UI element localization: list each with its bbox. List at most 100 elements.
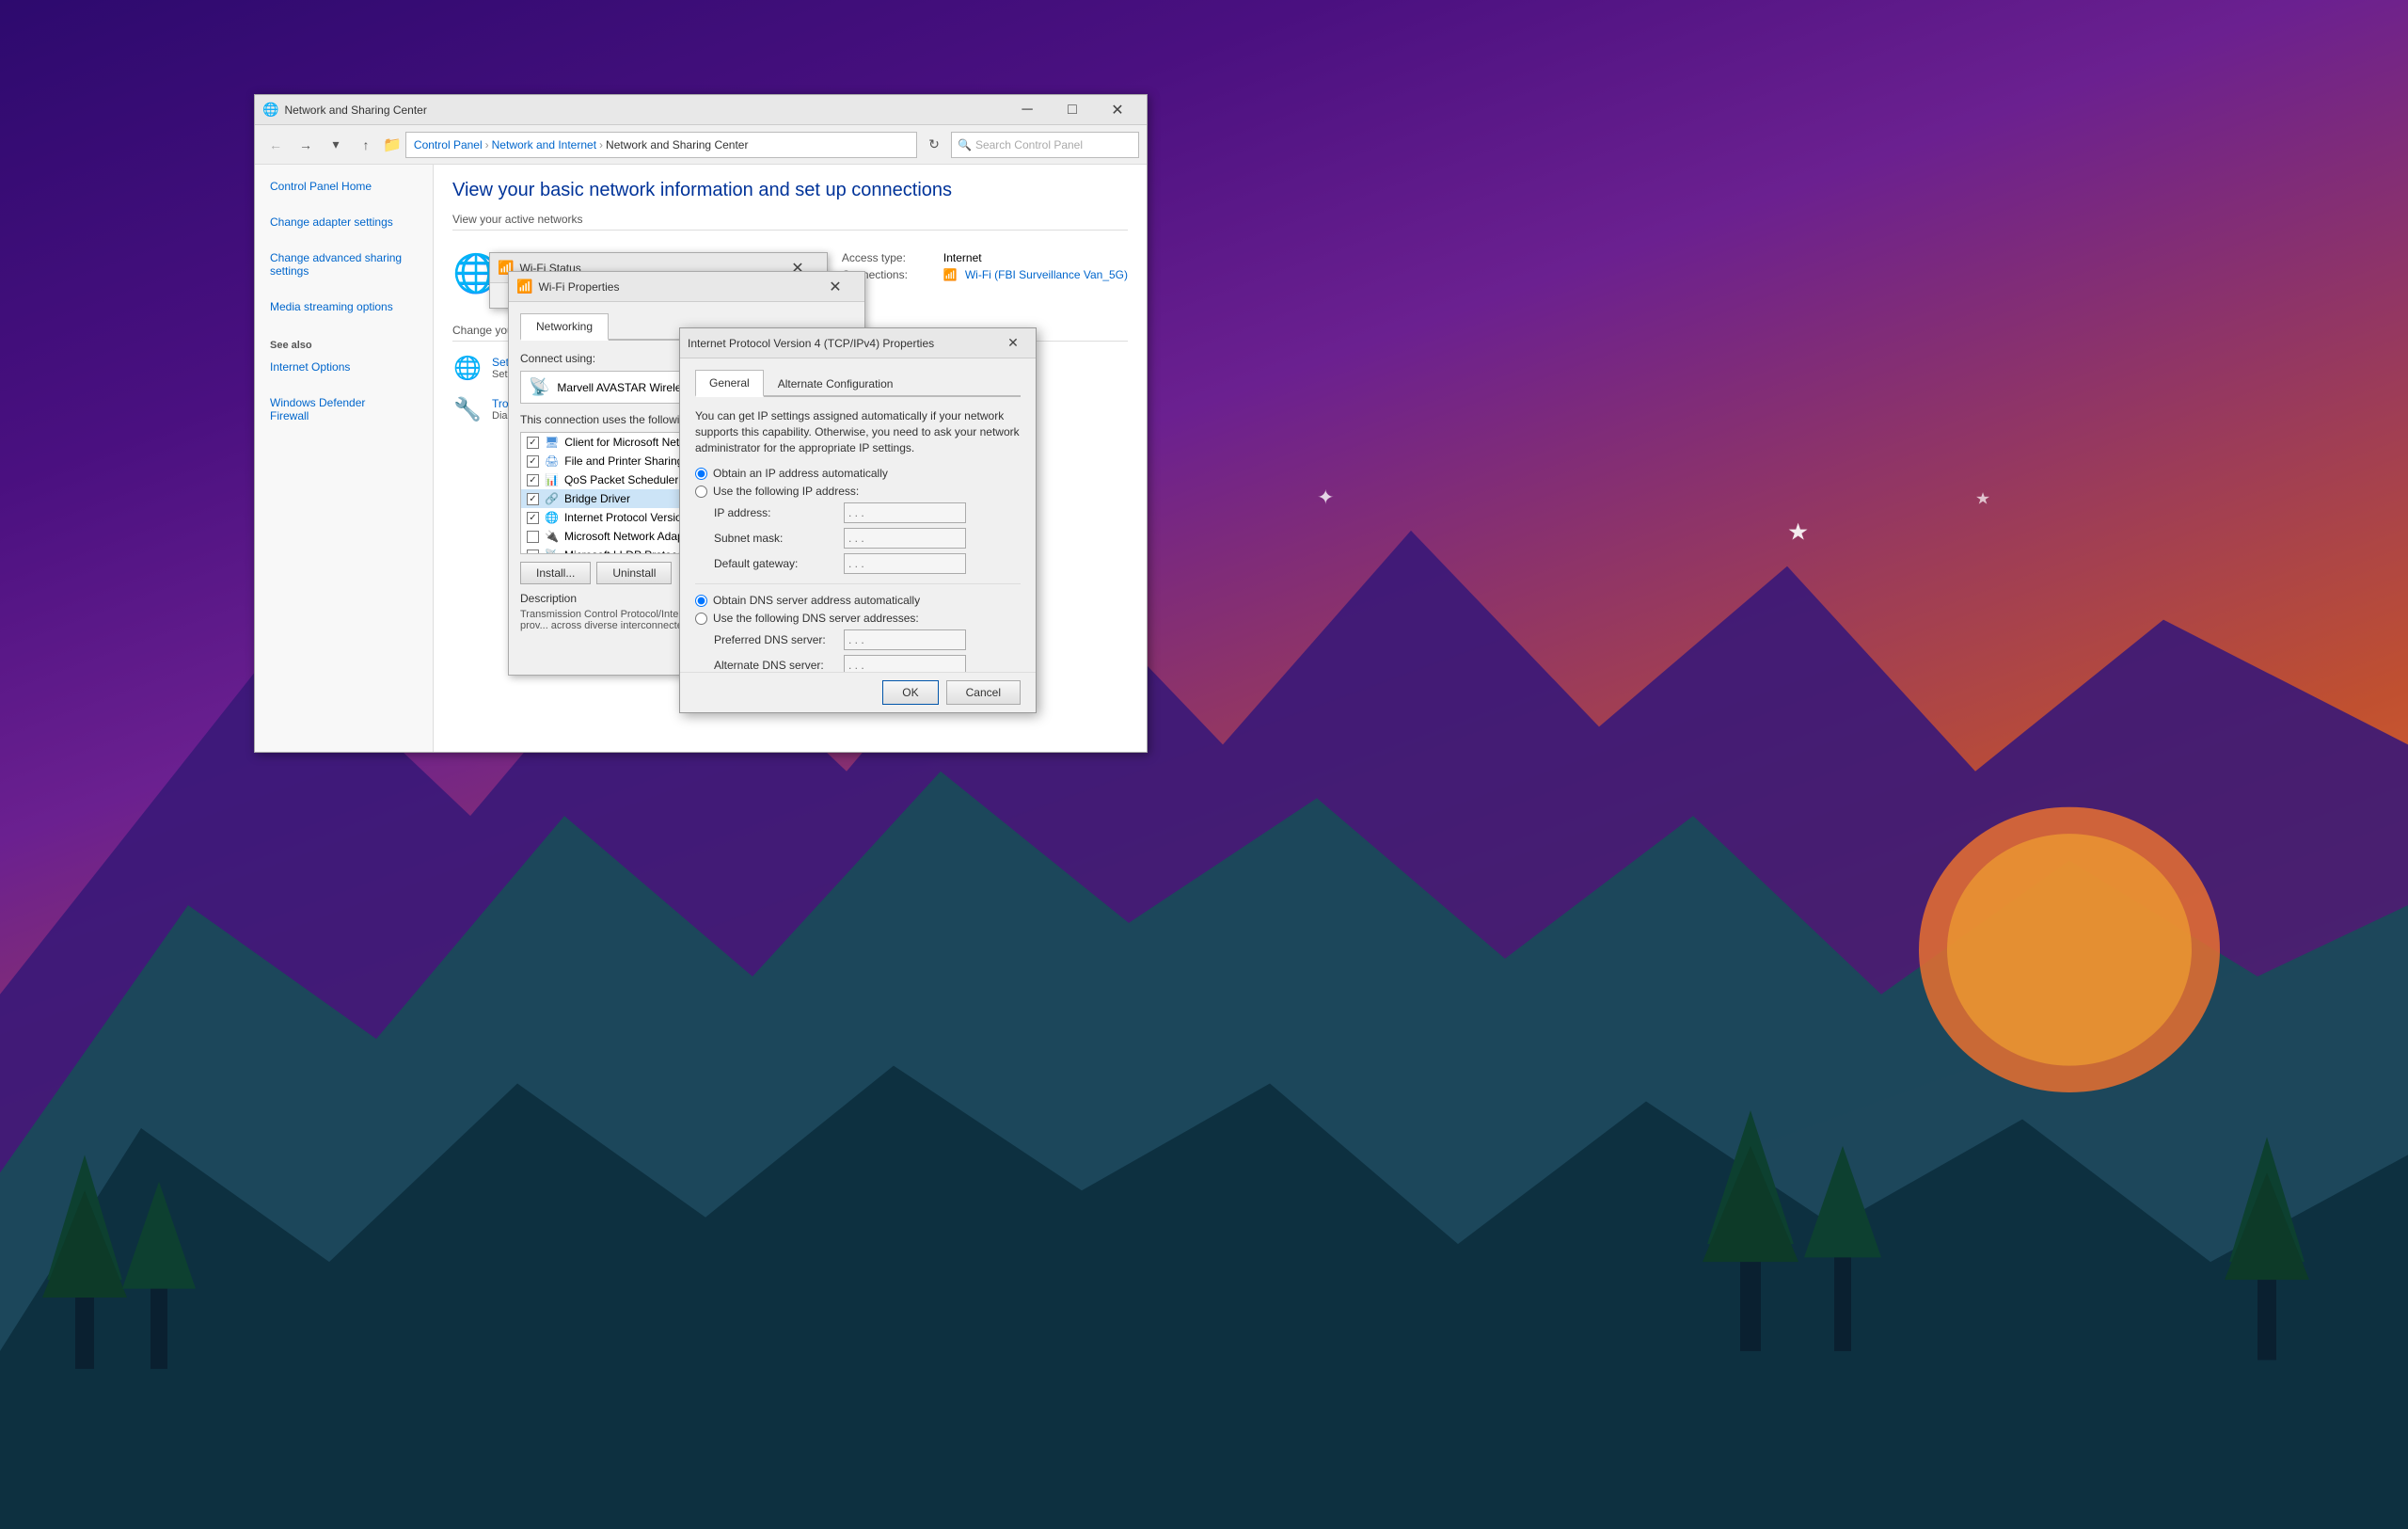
subnet-mask-label: Subnet mask: — [714, 532, 836, 545]
tcpip-titlebar: Internet Protocol Version 4 (TCP/IPv4) P… — [680, 328, 1036, 358]
recent-locations-button[interactable]: ▾ — [323, 132, 349, 158]
path-part2: Network and Internet — [492, 138, 596, 151]
wifi-props-close-button[interactable]: ✕ — [814, 272, 857, 302]
preferred-dns-row: Preferred DNS server: — [714, 629, 1021, 650]
ok-button[interactable]: OK — [882, 680, 938, 705]
manual-dns-row[interactable]: Use the following DNS server addresses: — [695, 612, 1021, 625]
search-icon: 🔍 — [958, 138, 972, 151]
sidebar: Control Panel Home Change adapter settin… — [255, 165, 434, 752]
checkbox-2[interactable] — [527, 474, 539, 486]
change-icon-1: 🔧 — [452, 394, 483, 424]
titlebar-left: 🌐 Network and Sharing Center — [262, 102, 427, 118]
see-also-section: See also Internet Options Windows Defend… — [255, 336, 433, 430]
auto-dns-radio[interactable] — [695, 595, 707, 607]
search-box[interactable]: 🔍 Search Control Panel — [951, 132, 1139, 158]
refresh-button[interactable]: ↻ — [921, 132, 947, 158]
tcpip-close-button[interactable]: ✕ — [998, 330, 1028, 357]
item-icon-6: 📡 — [545, 549, 559, 554]
auto-dns-row[interactable]: Obtain DNS server address automatically — [695, 594, 1021, 607]
checkbox-5[interactable] — [527, 531, 539, 543]
ip-address-label: IP address: — [714, 506, 836, 519]
cancel-button[interactable]: Cancel — [946, 680, 1021, 705]
access-type-value: Internet — [943, 251, 982, 264]
network-details: Access type: Internet Connections: 📶 Wi-… — [842, 251, 1128, 285]
ip-address-row: IP address: — [714, 502, 1021, 523]
connections-link[interactable]: Wi-Fi (FBI Surveillance Van_5G) — [965, 268, 1128, 281]
sidebar-link-firewall[interactable]: Windows Defender Firewall — [270, 392, 418, 426]
default-gateway-input[interactable] — [844, 553, 966, 574]
manual-ip-label[interactable]: Use the following IP address: — [713, 485, 859, 498]
install-button[interactable]: Install... — [520, 562, 591, 584]
checkbox-0[interactable] — [527, 437, 539, 449]
main-window-title: Network and Sharing Center — [284, 104, 426, 117]
sidebar-link-home[interactable]: Control Panel Home — [255, 176, 433, 197]
up-button[interactable]: ↑ — [353, 132, 379, 158]
tcpip-tab-alternate[interactable]: Alternate Configuration — [764, 370, 908, 397]
preferred-dns-input[interactable] — [844, 629, 966, 650]
path-sep2: › — [599, 138, 603, 151]
manual-ip-row[interactable]: Use the following IP address: — [695, 485, 1021, 498]
sidebar-link-adapter[interactable]: Change adapter settings — [255, 212, 433, 232]
wifi-props-titlebar: 📶 Wi-Fi Properties ✕ — [509, 272, 864, 302]
checkbox-4[interactable] — [527, 512, 539, 524]
divider — [695, 583, 1021, 584]
address-bar: ← → ▾ ↑ 📁 Control Panel › Network and In… — [255, 125, 1147, 165]
wifi-props-title: Wi-Fi Properties — [538, 280, 619, 294]
subnet-mask-row: Subnet mask: — [714, 528, 1021, 549]
subnet-mask-input[interactable] — [844, 528, 966, 549]
item-label-3: Bridge Driver — [564, 492, 630, 505]
troubleshoot-icon: 🔧 — [453, 396, 482, 423]
auto-ip-radio[interactable] — [695, 468, 707, 480]
ip-fields: IP address: Subnet mask: Default gateway… — [714, 502, 1021, 574]
default-gateway-row: Default gateway: — [714, 553, 1021, 574]
sidebar-link-streaming[interactable]: Media streaming options — [255, 296, 433, 317]
item-label-2: QoS Packet Scheduler — [564, 473, 678, 486]
manual-ip-radio[interactable] — [695, 486, 707, 498]
checkbox-6[interactable] — [527, 549, 539, 555]
item-icon-3: 🔗 — [545, 492, 559, 505]
auto-ip-label[interactable]: Obtain an IP address automatically — [713, 467, 888, 480]
page-title: View your basic network information and … — [452, 180, 1128, 201]
wifi-props-icon: 📶 — [516, 279, 532, 295]
sidebar-link-advanced[interactable]: Change advanced sharing settings — [255, 247, 433, 281]
back-button[interactable]: ← — [262, 132, 289, 158]
titlebar-controls: ─ □ ✕ — [1006, 95, 1139, 125]
tcpip-window: Internet Protocol Version 4 (TCP/IPv4) P… — [679, 327, 1037, 713]
address-path-bar[interactable]: Control Panel › Network and Internet › N… — [405, 132, 917, 158]
forward-button[interactable]: → — [293, 132, 319, 158]
network-setup-icon: 🌐 — [453, 355, 482, 382]
item-icon-1: 🖨 — [545, 454, 559, 468]
connections-row: Connections: 📶 Wi-Fi (FBI Surveillance V… — [842, 268, 1128, 281]
preferred-dns-label: Preferred DNS server: — [714, 633, 836, 646]
tcpip-tab-general[interactable]: General — [695, 370, 764, 397]
minimize-button[interactable]: ─ — [1006, 95, 1049, 125]
item-icon-5: 🔌 — [545, 530, 559, 543]
tab-networking[interactable]: Networking — [520, 313, 609, 341]
uninstall-button[interactable]: Uninstall — [596, 562, 672, 584]
path-sep1: › — [485, 138, 489, 151]
ip-address-input[interactable] — [844, 502, 966, 523]
alternate-dns-label: Alternate DNS server: — [714, 659, 836, 672]
tcpip-info-text: You can get IP settings assigned automat… — [695, 408, 1021, 455]
maximize-button[interactable]: □ — [1051, 95, 1094, 125]
path-part1: Control Panel — [414, 138, 483, 151]
tcpip-dialog-buttons: OK Cancel — [680, 672, 1036, 712]
checkbox-3[interactable] — [527, 493, 539, 505]
dns-fields: Preferred DNS server: Alternate DNS serv… — [714, 629, 1021, 676]
tcpip-tabs: General Alternate Configuration — [695, 370, 1021, 397]
access-type-row: Access type: Internet — [842, 251, 1128, 264]
desktop: ★ ✦ ★ ✦ ✦ ✦ ★ ✦ 🌐 Network and Sharing Ce… — [0, 0, 2408, 1529]
svg-text:✦: ✦ — [1317, 486, 1334, 507]
auto-dns-label[interactable]: Obtain DNS server address automatically — [713, 594, 920, 607]
checkbox-1[interactable] — [527, 455, 539, 468]
svg-text:★: ★ — [1787, 518, 1809, 544]
sidebar-link-internet-options[interactable]: Internet Options — [270, 357, 418, 377]
titlebar-network-icon: 🌐 — [262, 102, 278, 118]
item-icon-0: 🖥 — [545, 436, 559, 449]
close-button[interactable]: ✕ — [1096, 95, 1139, 125]
manual-dns-label[interactable]: Use the following DNS server addresses: — [713, 612, 919, 625]
auto-ip-row[interactable]: Obtain an IP address automatically — [695, 467, 1021, 480]
search-placeholder: Search Control Panel — [975, 138, 1083, 151]
tcpip-body: General Alternate Configuration You can … — [680, 358, 1036, 723]
manual-dns-radio[interactable] — [695, 613, 707, 625]
